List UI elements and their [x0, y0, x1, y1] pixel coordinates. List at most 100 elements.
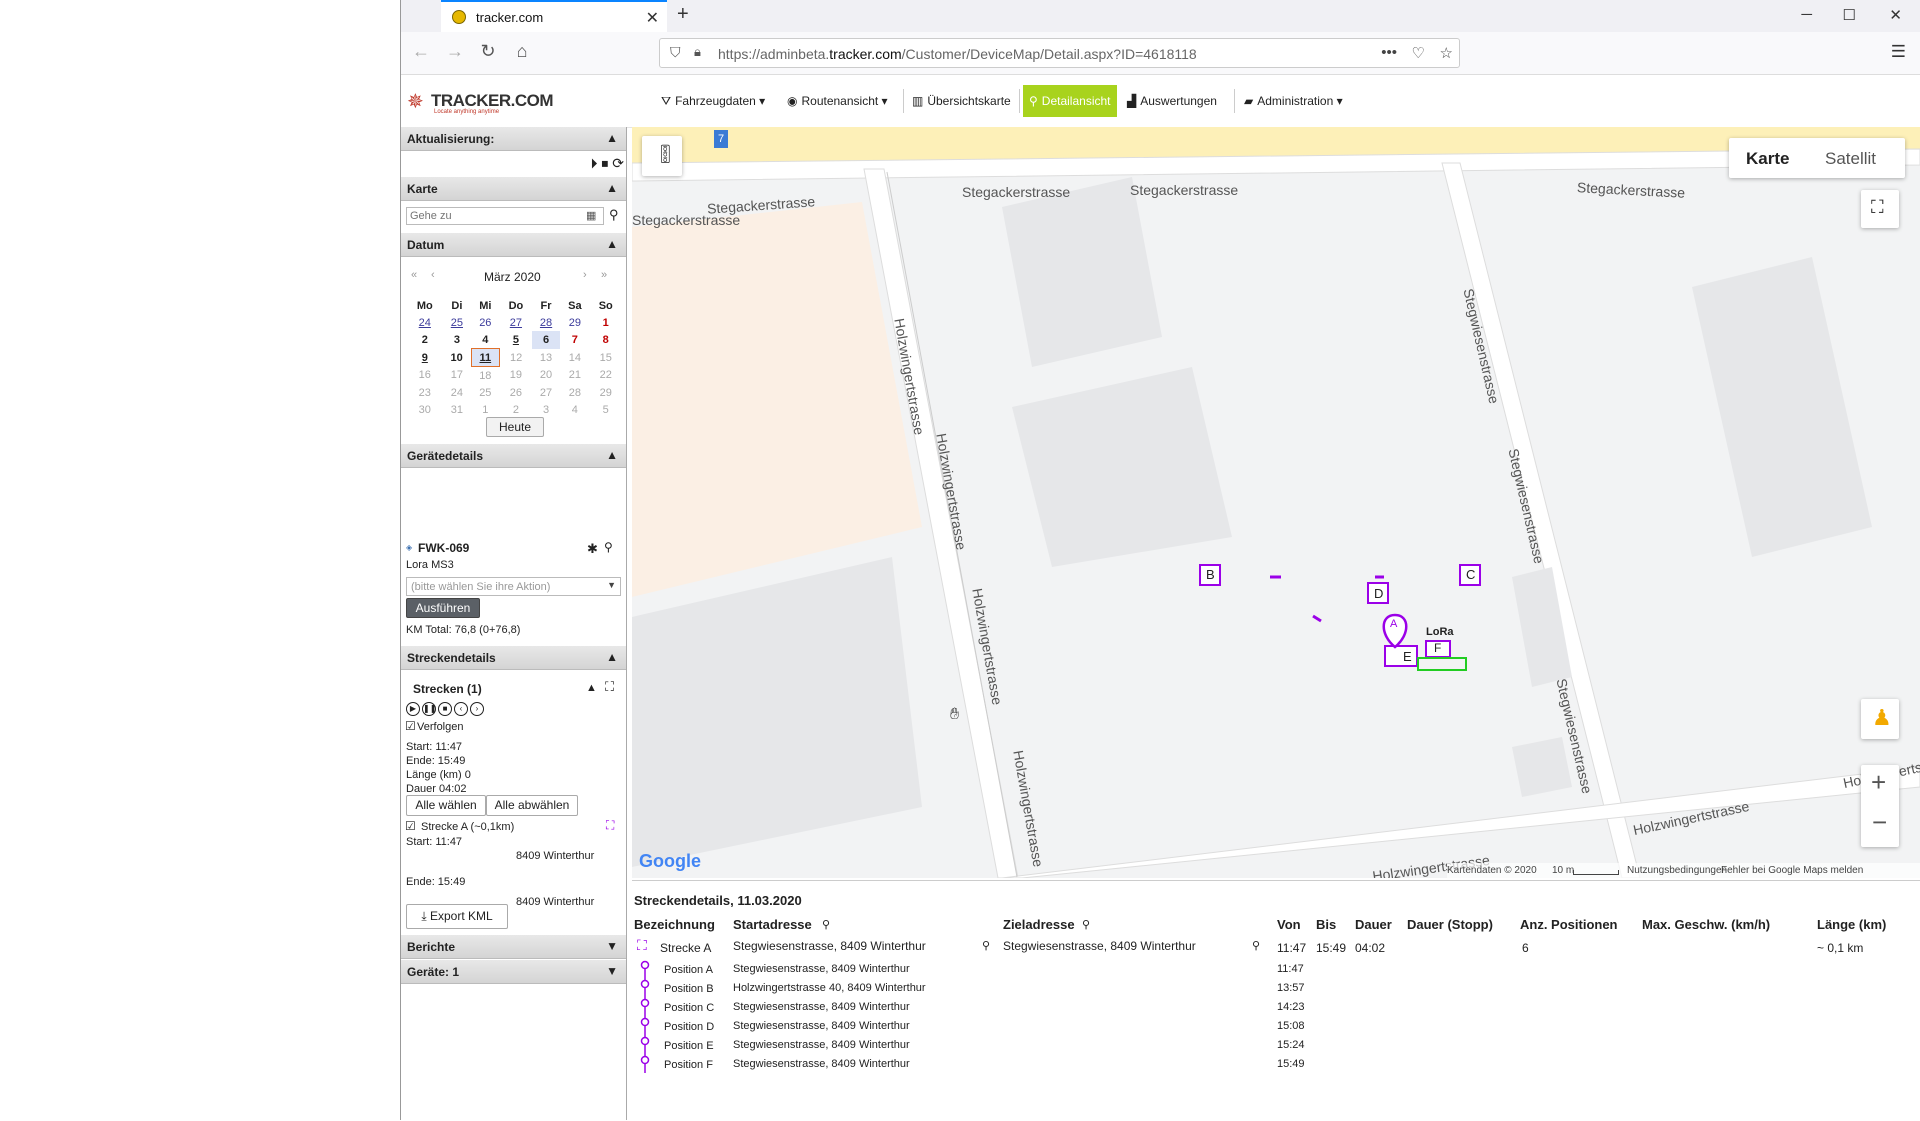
browser-tab[interactable]: tracker.com ✕ — [441, 0, 667, 32]
menu-auswertungen[interactable]: ▟ Auswertungen — [1121, 85, 1223, 117]
section-aktualisierung[interactable]: Aktualisierung: ▲ — [401, 127, 626, 151]
section-karte[interactable]: Karte ▲ — [401, 177, 626, 201]
menu-icon[interactable]: ☰ — [1891, 42, 1906, 62]
menu-fahrzeugdaten[interactable]: ⛛ Fahrzeugdaten ▾ — [655, 85, 771, 117]
section-datum[interactable]: Datum ▲ — [401, 233, 626, 257]
collapse-icon[interactable]: ▲ — [606, 181, 618, 195]
play-icon[interactable]: ▶ — [406, 702, 420, 716]
calendar-day[interactable]: 18 — [471, 367, 499, 385]
zoom-out-button[interactable]: − — [1872, 807, 1887, 838]
map-view[interactable]: Stegackerstrasse Stegackerstrasse Stegac… — [632, 127, 1920, 878]
calendar-day[interactable]: 17 — [443, 367, 472, 385]
device-map-label[interactable]: LoRa — [1426, 626, 1454, 638]
calculator-icon[interactable]: ▦ — [586, 209, 596, 222]
calendar-day[interactable]: 5 — [499, 331, 532, 349]
map-type-satellit[interactable]: Satellit — [1825, 149, 1876, 169]
next-month-icon[interactable]: › — [583, 269, 587, 281]
calendar-day[interactable]: 31 — [443, 401, 472, 418]
calendar-day[interactable]: 24 — [407, 314, 443, 331]
collapse-icon[interactable]: ▲ — [606, 448, 618, 462]
calendar-day[interactable]: 15 — [590, 349, 622, 367]
terms-link[interactable]: Nutzungsbedingungen — [1627, 865, 1727, 876]
map-type-karte[interactable]: Karte — [1746, 149, 1789, 169]
collapse-icon[interactable]: ▲ — [606, 650, 618, 664]
calendar-day[interactable]: 1 — [590, 314, 622, 331]
menu-administration[interactable]: ▰ Administration ▾ — [1238, 85, 1349, 117]
calendar-day[interactable]: 26 — [471, 314, 499, 331]
calendar-day[interactable]: 19 — [499, 367, 532, 385]
calendar-day[interactable]: 10 — [443, 349, 472, 367]
section-streckendetails[interactable]: Streckendetails ▲ — [401, 646, 626, 670]
calendar-day[interactable]: 30 — [407, 401, 443, 418]
calendar-day[interactable]: 29 — [590, 384, 622, 401]
col-zieladresse[interactable]: Zieladresse — [1003, 917, 1075, 932]
calendar-day[interactable]: 20 — [532, 367, 559, 385]
calendar-day[interactable]: 4 — [471, 331, 499, 349]
close-window-icon[interactable]: ✕ — [1889, 6, 1902, 24]
calendar-day-selected[interactable]: 11 — [470, 348, 500, 367]
minimize-icon[interactable]: ─ — [1801, 6, 1812, 23]
calendar-day[interactable]: 25 — [471, 384, 499, 401]
calendar-day[interactable]: 27 — [499, 314, 532, 331]
location-icon[interactable]: ⚲ — [604, 540, 613, 554]
next-year-icon[interactable]: » — [601, 269, 607, 281]
prev-month-icon[interactable]: ‹ — [431, 269, 435, 281]
menu-detailansicht[interactable]: ⚲ Detailansicht — [1023, 85, 1117, 117]
refresh-icon[interactable]: ⟳ — [612, 155, 624, 171]
forward-icon[interactable]: → — [443, 41, 467, 62]
collapse-icon[interactable]: ▲ — [606, 237, 618, 251]
calendar-day[interactable]: 2 — [407, 331, 443, 349]
pocket-icon[interactable]: ♡ — [1412, 44, 1425, 62]
select-all-button[interactable]: Alle wählen — [406, 795, 486, 816]
menu-routenansicht[interactable]: ◉ Routenansicht ▾ — [781, 85, 894, 117]
calendar-day[interactable]: 13 — [532, 349, 559, 367]
new-tab-icon[interactable]: + — [677, 3, 689, 26]
menu-uebersichtskarte[interactable]: ▥ Übersichtskarte — [906, 85, 1017, 117]
route-fit-icon[interactable]: ⛶ — [606, 818, 614, 833]
section-berichte[interactable]: Berichte ▼ — [401, 935, 626, 959]
url-bar[interactable]: ⛉ 🔒︎ https://adminbeta.tracker.com/Custo… — [659, 38, 1460, 68]
calendar-day[interactable]: 26 — [499, 384, 532, 401]
traffic-button[interactable]: 🚦︎ — [642, 136, 682, 176]
pin-icon[interactable]: ⚲ — [1252, 939, 1260, 952]
expand-icon[interactable]: ▼ — [606, 939, 618, 953]
pegman-button[interactable]: ♟ — [1861, 699, 1899, 739]
calendar-day[interactable]: 16 — [407, 367, 443, 385]
stop-icon[interactable]: ⏹ — [601, 155, 608, 171]
route-a-checkbox[interactable]: ☑ — [405, 819, 416, 833]
calendar-day[interactable]: 4 — [560, 401, 590, 418]
calendar-day[interactable]: 29 — [560, 314, 590, 331]
goto-input[interactable] — [406, 207, 604, 225]
collapse-icon[interactable]: ▲ — [606, 131, 618, 145]
report-error-link[interactable]: Fehler bei Google Maps melden — [1721, 865, 1863, 876]
calendar-day[interactable]: 1 — [471, 401, 499, 418]
search-icon[interactable]: ⚲ — [609, 207, 619, 223]
calendar-day[interactable]: 27 — [532, 384, 559, 401]
deselect-all-button[interactable]: Alle abwählen — [486, 795, 578, 816]
expand-icon[interactable]: ▼ — [606, 964, 618, 978]
calendar-day[interactable]: 3 — [443, 331, 472, 349]
calendar-day[interactable]: 9 — [407, 349, 443, 367]
calendar-day[interactable]: 28 — [532, 314, 559, 331]
calendar-day[interactable]: 23 — [407, 384, 443, 401]
previous-icon[interactable]: ‹ — [454, 702, 468, 716]
collapse-strecken-icon[interactable]: ▲ — [586, 682, 597, 694]
shield-icon[interactable]: ⛉ — [670, 44, 681, 61]
prev-year-icon[interactable]: « — [411, 269, 417, 281]
calendar-day[interactable]: 12 — [499, 349, 532, 367]
bookmark-star-icon[interactable]: ☆ — [1440, 44, 1453, 62]
action-select[interactable]: (bitte wählen Sie ihre Aktion) ▼ — [406, 577, 621, 596]
today-button[interactable]: Heute — [486, 417, 544, 437]
calendar-day[interactable]: 25 — [443, 314, 472, 331]
fit-bounds-icon[interactable]: ⛶ — [605, 679, 614, 695]
col-startadresse[interactable]: Startadresse — [733, 917, 812, 932]
play-icon[interactable]: ⏵ — [590, 155, 597, 171]
route-fit-icon[interactable]: ⛶ — [637, 937, 647, 954]
calendar-day[interactable]: 3 — [532, 401, 559, 418]
reload-icon[interactable]: ↻ — [476, 41, 500, 62]
verfolgen-checkbox[interactable]: ☑ — [405, 719, 416, 733]
calendar-day[interactable]: 28 — [560, 384, 590, 401]
calendar-day[interactable]: 8 — [590, 331, 622, 349]
next-icon[interactable]: › — [470, 702, 484, 716]
calendar-day[interactable]: 14 — [560, 349, 590, 367]
